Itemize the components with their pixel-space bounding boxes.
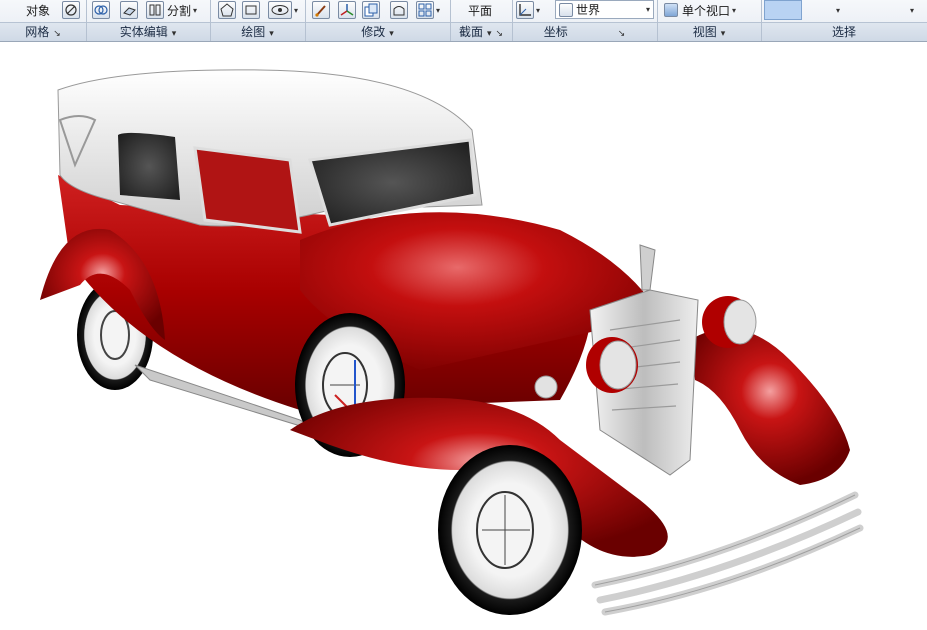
plan-label: 平面 <box>468 3 493 18</box>
panel-divider <box>657 0 658 41</box>
chevron-down-icon: ▾ <box>645 5 650 14</box>
panel-mesh-label: 网格 <box>25 25 50 39</box>
object-tool[interactable]: 对象 <box>26 0 50 20</box>
fog-lamp <box>534 375 558 399</box>
chevron-down-icon: ▾ <box>389 29 394 39</box>
panel-select[interactable]: 选择 <box>761 23 927 42</box>
model-viewport[interactable] <box>0 43 927 627</box>
eye-icon <box>268 1 292 19</box>
union-tool[interactable] <box>92 0 110 20</box>
panel-section[interactable]: 截面 ▾ ↘ <box>450 23 512 42</box>
car-model-render <box>40 69 864 616</box>
panel-divider <box>450 0 451 41</box>
rectangle-tool[interactable] <box>242 0 260 20</box>
chevron-down-icon: ▾ <box>836 5 841 15</box>
chevron-down-icon: ▾ <box>720 29 726 39</box>
panel-mesh[interactable]: 网格 ↘ <box>0 23 86 42</box>
front-fender-right <box>690 328 850 485</box>
chevron-down-icon: ▾ <box>171 29 177 39</box>
front-right-wheel <box>438 445 582 615</box>
visibility-tool[interactable]: ▾ <box>268 0 298 20</box>
panel-divider <box>761 0 762 41</box>
pentagon-icon <box>218 1 236 19</box>
panel-coordinates-label: 坐标 <box>543 25 568 39</box>
panel-view-label: 视图 <box>692 25 717 39</box>
panel-divider <box>305 0 306 41</box>
select-dropdown-1[interactable]: ▾ <box>834 0 840 20</box>
rear-window <box>118 132 180 200</box>
array-tool[interactable]: ▾ <box>416 0 440 20</box>
move-gizmo-icon <box>338 1 356 19</box>
gizmo-tool[interactable] <box>338 0 356 20</box>
headlamp-left <box>586 337 638 393</box>
ucs-tool[interactable]: ▾ <box>516 0 540 20</box>
object-label: 对象 <box>26 3 51 18</box>
select-dropdown-2[interactable]: ▾ <box>908 0 914 20</box>
circle-slash-icon <box>62 1 80 19</box>
chevron-down-icon: ▾ <box>486 29 492 39</box>
chevron-down-icon: ▾ <box>536 5 541 15</box>
rectangle-icon <box>242 1 260 19</box>
union-icon <box>92 1 110 19</box>
chevron-down-icon: ▾ <box>294 5 299 15</box>
ribbon: 对象 分割 ▾ ▾ ▾ 平面 ▾ 世界 ▾ 单个视口 ▾ ▾ ▾ 网格 ↘ 实体… <box>0 0 927 42</box>
polygon-tool[interactable] <box>218 0 236 20</box>
panel-divider <box>86 0 87 41</box>
panel-view[interactable]: 视图 ▾ <box>657 23 761 42</box>
split-tool[interactable]: 分割 ▾ <box>146 0 197 20</box>
panel-solid-edit[interactable]: 实体编辑 ▾ <box>86 23 210 42</box>
split-label: 分割 <box>167 3 192 18</box>
selection-filter-swatch[interactable] <box>764 0 802 20</box>
chevron-down-icon: ▾ <box>910 5 915 15</box>
panel-select-label: 选择 <box>831 25 856 39</box>
copy-icon <box>362 1 380 19</box>
world-label: 世界 <box>576 3 601 17</box>
viewport-config-tool[interactable]: 单个视口 ▾ <box>664 0 736 20</box>
side-window <box>193 146 302 234</box>
chevron-down-icon: ▾ <box>436 5 441 15</box>
chevron-down-icon: ▾ <box>193 5 198 15</box>
chevron-down-icon: ▾ <box>732 5 737 15</box>
brush-tool[interactable] <box>312 0 330 20</box>
panel-coordinates[interactable]: 坐标 ↘ <box>512 23 657 42</box>
panel-draw-label: 绘图 <box>241 25 266 39</box>
panel-modify-label: 修改 <box>361 25 386 39</box>
panel-modify[interactable]: 修改 ▾ <box>305 23 450 42</box>
plan-view-tool[interactable]: 平面 <box>468 0 492 20</box>
presspull-icon <box>390 1 408 19</box>
viewport-icon <box>664 3 678 17</box>
ucs-world-select[interactable]: 世界 ▾ <box>555 0 654 19</box>
no-snap-tool[interactable] <box>62 0 80 20</box>
press-pull-tool[interactable] <box>390 0 408 20</box>
extrude-face-tool[interactable] <box>120 0 138 20</box>
panel-draw[interactable]: 绘图 ▾ <box>210 23 305 42</box>
split-icon <box>146 1 164 19</box>
ribbon-tools-row: 对象 分割 ▾ ▾ ▾ 平面 ▾ 世界 ▾ 单个视口 ▾ ▾ ▾ <box>0 0 927 22</box>
extrude-icon <box>120 1 138 19</box>
world-ucs-icon <box>559 2 573 17</box>
dialog-launcher-icon[interactable]: ↘ <box>496 29 504 39</box>
hood-ornament <box>639 244 656 291</box>
chevron-down-icon: ▾ <box>269 29 274 39</box>
dialog-launcher-icon[interactable]: ↘ <box>53 29 61 39</box>
grid-array-icon <box>416 1 434 19</box>
dialog-launcher-icon[interactable]: ↘ <box>618 29 626 39</box>
ucs-icon <box>516 1 534 19</box>
panel-section-label: 截面 <box>458 25 483 39</box>
panel-divider <box>210 0 211 41</box>
single-viewport-label: 单个视口 <box>682 3 731 18</box>
panel-divider <box>512 0 513 41</box>
copy-tool[interactable] <box>362 0 380 20</box>
headlamp-right <box>702 296 757 348</box>
panel-solid-edit-label: 实体编辑 <box>119 25 168 39</box>
brush-icon <box>312 1 330 19</box>
panel-labels-row: 网格 ↘ 实体编辑 ▾ 绘图 ▾ 修改 ▾ 截面 ▾ ↘ 坐标 ↘ 视图 ▾ 选择 <box>0 22 927 41</box>
